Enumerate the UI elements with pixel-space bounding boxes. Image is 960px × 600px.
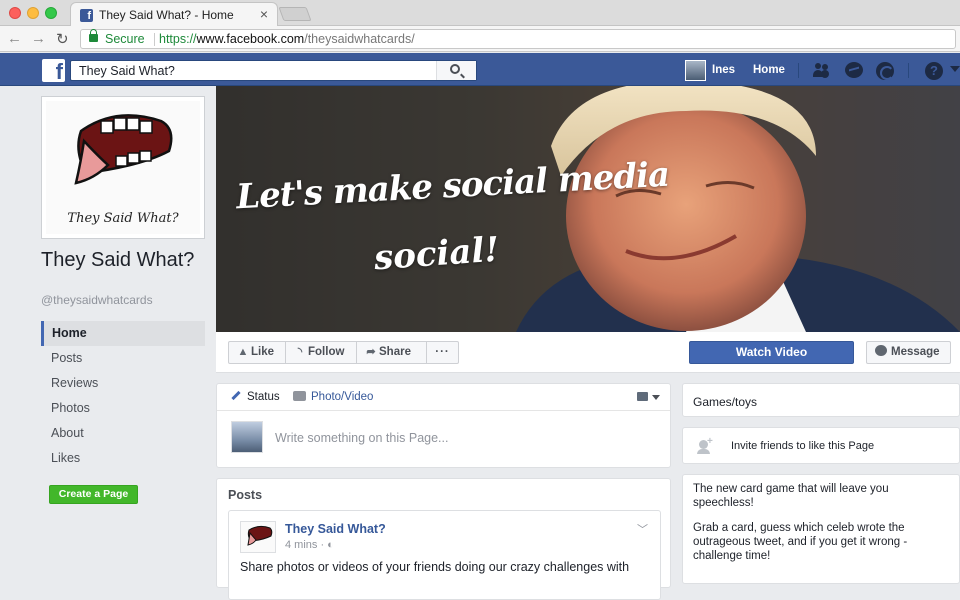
follow-label: Follow — [308, 346, 345, 358]
follow-rss-icon: ◝ — [297, 346, 303, 358]
post-avatar[interactable] — [240, 521, 276, 553]
page-nav-item-reviews[interactable]: Reviews — [41, 371, 205, 396]
secure-label: Secure — [105, 32, 145, 46]
browser-tab-bar: f They Said What? - Home × — [0, 0, 960, 27]
posts-heading: Posts — [228, 488, 263, 502]
composer-avatar — [231, 421, 263, 453]
page-nav: Home Posts Reviews Photos About Likes — [41, 321, 205, 471]
friends-icon[interactable] — [813, 62, 831, 78]
about-card: The new card game that will leave you sp… — [682, 474, 960, 584]
tab-photo-video[interactable]: Photo/Video — [293, 391, 373, 403]
pencil-icon — [231, 390, 241, 401]
page-logo: They Said What? — [46, 101, 200, 234]
mouth-logo-icon — [74, 114, 173, 185]
tab-status[interactable]: Status — [231, 390, 280, 403]
url-scheme: https:// — [159, 32, 197, 46]
tab-title: They Said What? - Home — [99, 8, 234, 22]
url-divider — [154, 33, 155, 46]
about-description-1: The new card game that will leave you sp… — [693, 483, 889, 509]
browser-tab[interactable]: f They Said What? - Home × — [70, 2, 278, 27]
url-text: https://www.facebook.com/theysaidwhatcar… — [159, 30, 415, 48]
zoom-window-button[interactable] — [45, 7, 57, 19]
url-path: /theysaidwhatcards/ — [304, 32, 415, 46]
composer-tabs: Status Photo/Video — [217, 384, 670, 411]
close-window-button[interactable] — [9, 7, 21, 19]
user-avatar[interactable] — [685, 60, 706, 81]
search-input[interactable]: They Said What? — [70, 60, 477, 81]
like-label: Like — [251, 346, 275, 358]
chevron-down-icon[interactable] — [652, 395, 660, 400]
page-nav-item-posts[interactable]: Posts — [41, 346, 205, 371]
invite-card[interactable]: + Invite friends to like this Page — [682, 427, 960, 464]
address-bar: ← → ↻ Secure https://www.facebook.com/th… — [0, 26, 960, 52]
page-nav-item-about[interactable]: About — [41, 421, 205, 446]
lock-icon — [89, 29, 98, 42]
minimize-window-button[interactable] — [27, 7, 39, 19]
page-handle[interactable]: @theysaidwhatcards — [41, 293, 153, 307]
post-card: They Said What? 4 mins · ◐ ﹀ Share photo… — [228, 510, 661, 600]
post-composer: Status Photo/Video Write something on th… — [216, 383, 671, 468]
share-arrow-icon: ➦ — [366, 346, 376, 358]
page-nav-item-likes[interactable]: Likes — [41, 446, 205, 471]
facebook-logo-icon[interactable]: f — [42, 59, 65, 84]
url-input[interactable]: Secure https://www.facebook.com/theysaid… — [80, 29, 956, 49]
forward-arrow-icon[interactable]: → — [31, 30, 46, 47]
page-action-bar: ▲ Like ◝ Follow ➦ Share ··· Watch Video Mes… — [216, 332, 960, 373]
page-nav-item-photos[interactable]: Photos — [41, 396, 205, 421]
messenger-icon — [875, 345, 887, 356]
post-body: Share photos or videos of your friends d… — [240, 560, 630, 574]
plus-icon: + — [707, 436, 713, 447]
about-description-2: Grab a card, guess which celeb wrote the… — [693, 522, 908, 562]
page-nav-item-home[interactable]: Home — [41, 321, 205, 346]
follow-button[interactable]: ◝ Follow — [285, 341, 357, 364]
logo-text: They Said What? — [67, 211, 179, 226]
mouth-logo-icon — [247, 525, 273, 546]
divider — [908, 63, 909, 78]
composer-input[interactable]: Write something on this Page... — [275, 431, 448, 445]
search-value: They Said What? — [79, 64, 175, 78]
camera-icon — [293, 391, 306, 401]
like-button[interactable]: ▲ Like — [228, 341, 286, 364]
page-profile-picture[interactable]: They Said What? — [41, 96, 205, 239]
reload-icon[interactable]: ↻ — [56, 30, 69, 48]
post-author-link[interactable]: They Said What? — [285, 522, 386, 536]
invite-friends-link[interactable]: Invite friends to like this Page — [731, 440, 874, 452]
post-timestamp[interactable]: 4 mins · ◐ — [285, 539, 334, 551]
search-icon — [450, 64, 460, 74]
category-card: Games/toys — [682, 383, 960, 417]
posts-section: Posts They Said What? 4 mins · ◐ ﹀ Share… — [216, 478, 671, 600]
watch-video-button[interactable]: Watch Video — [689, 341, 854, 364]
create-page-button[interactable]: Create a Page — [49, 485, 138, 504]
more-options-button[interactable]: ··· — [426, 341, 459, 364]
chevron-down-icon[interactable]: ﹀ — [637, 521, 648, 537]
search-button[interactable] — [436, 61, 476, 80]
back-arrow-icon[interactable]: ← — [7, 30, 22, 47]
tab-status-label: Status — [247, 391, 280, 403]
home-link[interactable]: Home — [753, 64, 785, 76]
tab-photo-video-label: Photo/Video — [311, 391, 374, 403]
message-label: Message — [891, 346, 940, 358]
notifications-icon[interactable] — [876, 62, 894, 80]
tab-close-icon[interactable]: × — [260, 6, 268, 22]
url-host: www.facebook.com — [196, 32, 305, 46]
messenger-icon[interactable] — [845, 62, 863, 78]
share-label: Share — [379, 346, 411, 358]
user-name-link[interactable]: Ines — [712, 64, 735, 76]
divider — [798, 63, 799, 78]
category-label[interactable]: Games/toys — [693, 395, 757, 409]
help-icon[interactable]: ? — [925, 62, 943, 80]
thumbs-up-icon: ▲ — [237, 346, 249, 358]
menu-caret-icon[interactable] — [950, 66, 960, 72]
cover-photo[interactable]: Let's make social media social! — [216, 86, 960, 332]
page-identity-icon[interactable] — [637, 392, 648, 401]
facebook-top-bar: f They Said What? Ines Home ? — [0, 53, 960, 86]
message-button[interactable]: Message — [866, 341, 951, 364]
share-button[interactable]: ➦ Share — [356, 341, 427, 364]
facebook-favicon-icon: f — [80, 9, 93, 22]
new-tab-button[interactable] — [278, 7, 312, 21]
page-title[interactable]: They Said What? — [41, 249, 211, 271]
